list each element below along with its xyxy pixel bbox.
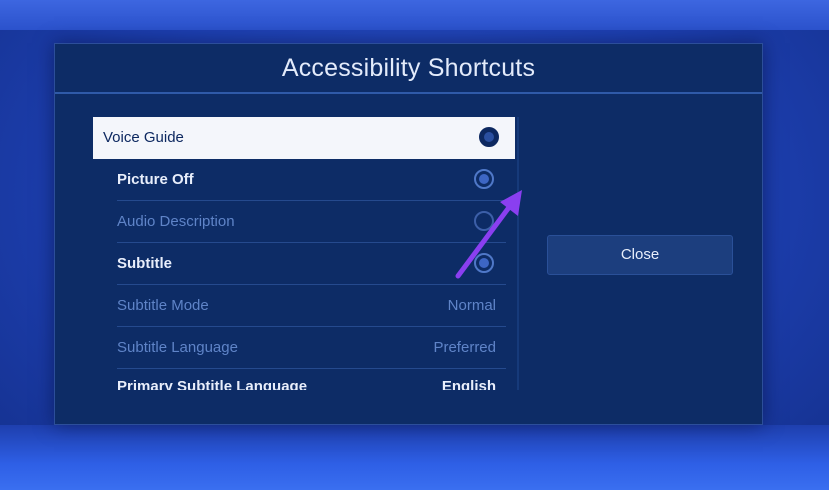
list-item-primary-subtitle-language[interactable]: Primary Subtitle Language English xyxy=(117,369,506,390)
list-scrollbar[interactable] xyxy=(517,117,519,390)
list-item-subtitle[interactable]: Subtitle xyxy=(117,243,506,285)
audio-description-radio xyxy=(474,211,494,231)
voice-guide-radio[interactable] xyxy=(479,127,499,147)
subtitle-radio[interactable] xyxy=(474,253,494,273)
list-item-label: Subtitle xyxy=(117,255,172,272)
list-item-subtitle-language: Subtitle Language Preferred xyxy=(117,327,506,369)
list-item-label: Audio Description xyxy=(117,213,235,230)
tv-frame-bottom xyxy=(0,425,829,490)
shortcut-list: Voice Guide Picture Off Audio Descriptio… xyxy=(93,117,529,390)
dialog-title: Accessibility Shortcuts xyxy=(281,54,536,82)
list-item-picture-off[interactable]: Picture Off xyxy=(117,159,506,201)
list-item-subtitle-mode: Subtitle Mode Normal xyxy=(117,285,506,327)
title-divider xyxy=(55,92,762,94)
accessibility-shortcuts-dialog: Accessibility Shortcuts Voice Guide Pict… xyxy=(54,43,763,425)
list-item-label: Picture Off xyxy=(117,171,194,188)
primary-subtitle-language-value: English xyxy=(441,378,496,390)
list-item-label: Voice Guide xyxy=(103,129,184,146)
list-item-label: Primary Subtitle Language xyxy=(117,378,308,390)
subtitle-language-value: Preferred xyxy=(433,339,496,356)
picture-off-radio[interactable] xyxy=(474,169,494,189)
subtitle-mode-value: Normal xyxy=(447,297,496,314)
list-item-label: Subtitle Language xyxy=(117,339,238,356)
close-button[interactable]: Close xyxy=(547,235,733,275)
list-item-label: Subtitle Mode xyxy=(117,297,209,314)
tv-frame-top xyxy=(0,0,829,30)
list-item-audio-description: Audio Description xyxy=(117,201,506,243)
list-item-voice-guide[interactable]: Voice Guide xyxy=(93,117,515,159)
